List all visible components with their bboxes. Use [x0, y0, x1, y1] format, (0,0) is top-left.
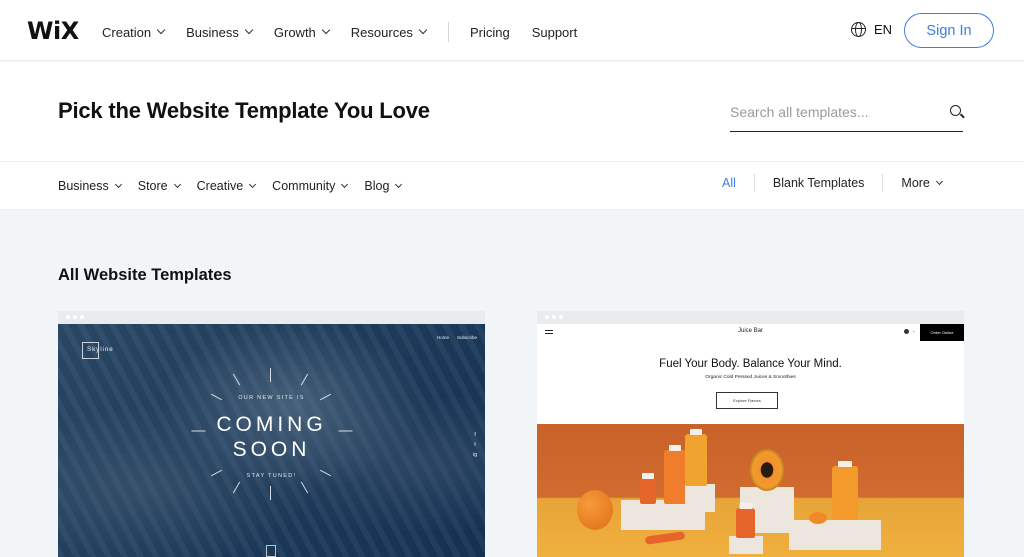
template-preview[interactable]: Juice Bar ⌄ Order Online Fuel Your Body.…	[537, 324, 964, 557]
category-list: Business Store Creative Community Blog	[58, 179, 418, 193]
chevron-down-icon	[156, 25, 166, 35]
category-community[interactable]: Community	[272, 179, 349, 193]
filter-divider	[882, 174, 884, 192]
category-label: Community	[272, 179, 336, 193]
nav-item-label: Growth	[273, 24, 316, 40]
window-dots-icon	[545, 315, 566, 319]
template-card-juice-bar[interactable]: Juice Bar ⌄ Order Online Fuel Your Body.…	[537, 311, 964, 557]
preview-social-links: f t ig	[473, 432, 477, 462]
category-label: Business	[58, 179, 109, 193]
category-label: Store	[137, 179, 168, 193]
category-business[interactable]: Business	[58, 179, 122, 193]
top-navigation: WiX Creation Business Growth Resources P…	[0, 0, 1024, 61]
chevron-down-icon	[418, 25, 428, 35]
nav-item-label: Business	[186, 24, 239, 40]
twitter-icon: t	[474, 442, 476, 448]
preview-logo: Skyline	[82, 342, 113, 359]
preview-kicker: OUR NEW SITE IS	[238, 395, 305, 401]
page-title: Pick the Website Template You Love	[58, 98, 430, 123]
browser-bar	[537, 311, 964, 324]
chevron-down-icon: ⌄	[912, 328, 916, 333]
filter-divider	[753, 174, 755, 192]
facebook-icon: f	[474, 432, 476, 438]
globe-icon	[851, 22, 866, 37]
scroll-down-icon	[266, 545, 276, 557]
category-label: Blog	[364, 179, 390, 193]
nav-item-creation[interactable]: Creation	[102, 24, 166, 40]
wix-logo[interactable]: WiX	[27, 17, 79, 45]
chevron-down-icon	[114, 180, 122, 188]
preview-order-button: Order Online	[920, 324, 964, 341]
page-header: Pick the Website Template You Love	[0, 62, 1024, 161]
chevron-down-icon	[244, 25, 254, 35]
filter-more[interactable]: More	[901, 176, 943, 190]
search-icon[interactable]	[950, 105, 961, 116]
preview-subheadline: Organic Cold Pressed Juices & Smoothies	[705, 375, 796, 380]
nav-divider	[447, 22, 449, 42]
nav-item-growth[interactable]: Growth	[273, 24, 331, 40]
category-blog[interactable]: Blog	[364, 179, 403, 193]
sign-in-button[interactable]: Sign In	[904, 13, 994, 48]
category-creative[interactable]: Creative	[196, 179, 257, 193]
category-bar: Business Store Creative Community Blog A…	[0, 161, 1024, 210]
category-store[interactable]: Store	[137, 179, 181, 193]
user-icon	[904, 329, 909, 334]
nav-link-pricing[interactable]: Pricing	[470, 25, 510, 40]
category-filters: All Blank Templates More	[722, 174, 943, 192]
nav-item-business[interactable]: Business	[186, 24, 254, 40]
search-input[interactable]	[730, 102, 930, 120]
preview-hero-image	[537, 424, 964, 557]
filter-blank-templates[interactable]: Blank Templates	[773, 176, 865, 190]
filter-more-label: More	[901, 176, 930, 190]
browser-bar	[58, 311, 485, 324]
preview-nav-subscribe: Subscribe	[456, 335, 477, 340]
nav-link-support[interactable]: Support	[532, 25, 578, 40]
nav-item-label: Creation	[102, 24, 152, 40]
preview-explore-button: Explore Flavors	[716, 392, 778, 409]
preview-headline-2: SOON	[232, 438, 311, 461]
main-menu: Creation Business Growth Resources Prici…	[102, 22, 599, 42]
nav-item-label: Resources	[350, 24, 413, 40]
template-search	[730, 102, 963, 132]
preview-nav: Home Subscribe	[429, 335, 477, 340]
template-card-skyline[interactable]: Skyline Home Subscribe OUR NEW SITE IS C…	[58, 311, 485, 557]
preview-tagline: STAY TUNED!	[246, 473, 297, 479]
chevron-down-icon	[321, 25, 331, 35]
preview-headline-1: COMING	[216, 413, 327, 436]
language-label: EN	[874, 22, 893, 37]
preview-headline: Fuel Your Body. Balance Your Mind.	[659, 358, 842, 370]
language-selector[interactable]: EN	[851, 22, 892, 37]
filter-all[interactable]: All	[722, 176, 736, 190]
preview-nav-home: Home	[436, 335, 449, 340]
category-label: Creative	[196, 179, 244, 193]
chevron-down-icon	[935, 177, 943, 185]
nav-item-resources[interactable]: Resources	[350, 24, 428, 40]
preview-brand: Juice Bar	[737, 328, 763, 334]
chevron-down-icon	[173, 180, 181, 188]
chevron-down-icon	[395, 180, 403, 188]
instagram-icon: ig	[473, 452, 477, 458]
window-dots-icon	[66, 315, 87, 319]
section-title: All Website Templates	[58, 266, 232, 284]
chevron-down-icon	[249, 180, 257, 188]
chevron-down-icon	[341, 180, 349, 188]
template-preview[interactable]: Skyline Home Subscribe OUR NEW SITE IS C…	[58, 324, 485, 557]
